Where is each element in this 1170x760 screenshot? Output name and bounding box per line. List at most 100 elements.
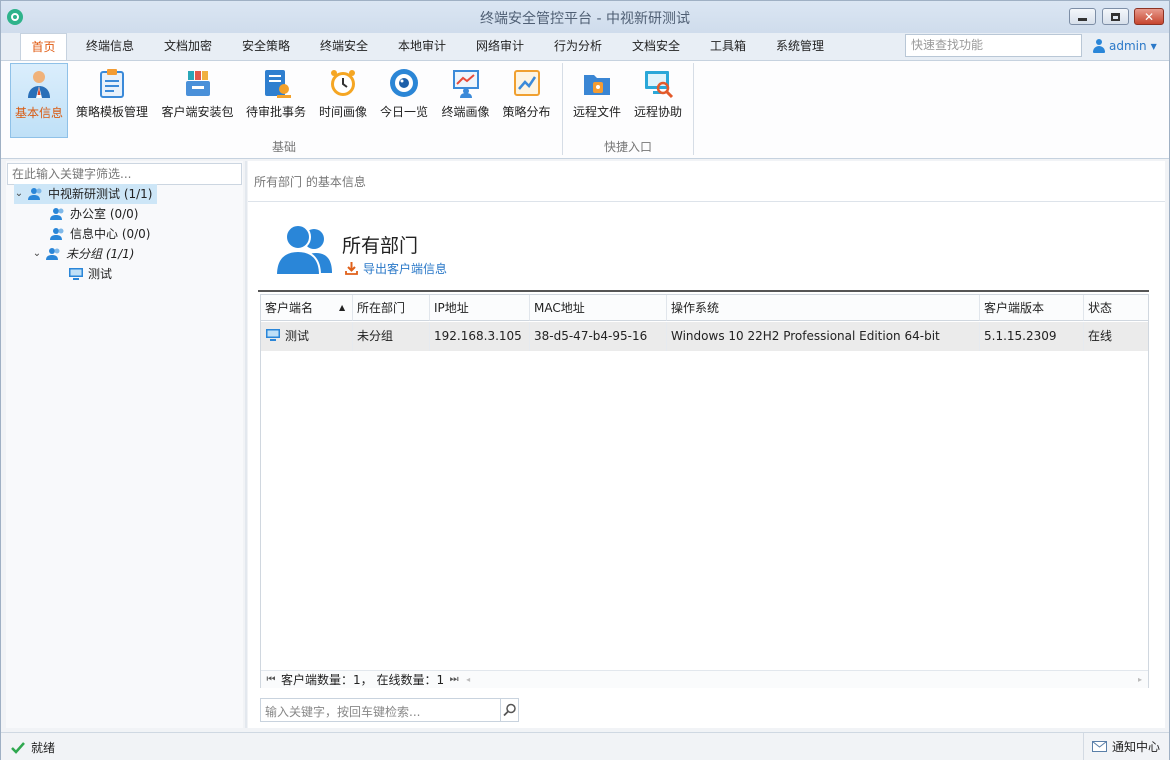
divider	[258, 290, 1149, 292]
tree-node-root[interactable]: ⌄ 中视新研测试 (1/1)	[14, 184, 157, 204]
user-icon	[1093, 39, 1105, 53]
column-header[interactable]: 操作系统	[667, 295, 980, 321]
ribbon-client-package[interactable]: 客户端安装包	[158, 63, 237, 138]
close-button[interactable]: ✕	[1134, 8, 1164, 25]
table-cell[interactable]: 未分组	[353, 322, 430, 351]
tab-system-admin[interactable]: 系统管理	[768, 33, 832, 60]
scroll-left-icon[interactable]: ◂	[466, 675, 470, 684]
tab-doc-encrypt[interactable]: 文档加密	[156, 33, 220, 60]
column-header[interactable]: MAC地址	[530, 295, 667, 321]
tab-behavior-analysis[interactable]: 行为分析	[546, 33, 610, 60]
department-tree-pane: 在此输入关键字筛选... ⌄ 中视新研测试 (1/1) 办公室 (0/0) 信息…	[6, 161, 243, 728]
pane-splitter[interactable]	[245, 161, 247, 728]
ribbon-toolbar: 基本信息 策略模板管理 客户端安装包 待审批事务 时间画像 今日一览 终端画像	[1, 60, 1169, 159]
ribbon-group-shortcut-label: 快捷入口	[603, 140, 652, 154]
chevron-down-icon[interactable]: ⌄	[32, 244, 42, 264]
minimize-button[interactable]	[1069, 8, 1096, 25]
chart-person-icon	[452, 70, 479, 98]
breadcrumb: 所有部门 的基本信息	[254, 175, 366, 189]
chevron-down-icon[interactable]: ⌄	[14, 184, 24, 204]
pager-text: 客户端数量：1， 在线数量：1	[281, 673, 445, 687]
column-header[interactable]: 所在部门	[353, 295, 430, 321]
sort-asc-icon: ▲	[339, 303, 346, 312]
ribbon-separator	[693, 63, 694, 155]
user-menu[interactable]: admin ▼	[1093, 37, 1157, 55]
table-cell[interactable]: 5.1.15.2309	[980, 322, 1084, 351]
window-title: 终端安全管控平台 - 中视新研测试	[480, 11, 690, 27]
search-icon	[503, 703, 516, 717]
group-icon	[46, 248, 60, 260]
scroll-right-icon[interactable]: ▸	[1138, 675, 1142, 684]
search-button[interactable]	[500, 699, 518, 721]
group-icon	[50, 228, 64, 240]
table-cell[interactable]: 测试	[261, 322, 353, 351]
status-cell[interactable]: 在线	[1084, 322, 1148, 351]
tree-node-computer-test[interactable]: 测试	[68, 264, 112, 284]
status-ready: 就绪	[11, 739, 55, 756]
ribbon-policy-distribution[interactable]: 策略分布	[499, 63, 554, 138]
user-name: admin	[1109, 39, 1147, 53]
title-bar: 终端安全管控平台 - 中视新研测试 ✕	[1, 1, 1169, 33]
alarm-clock-icon	[331, 70, 355, 96]
check-icon	[11, 741, 25, 754]
ribbon-terminal-profile[interactable]: 终端画像	[437, 63, 494, 138]
app-window: 终端安全管控平台 - 中视新研测试 ✕ 首页 终端信息 文档加密 安全策略 终端…	[0, 0, 1170, 760]
tree-node-ungrouped[interactable]: ⌄ 未分组 (1/1)	[32, 244, 135, 264]
tree-node-label: 办公室 (0/0)	[70, 207, 139, 221]
chevron-down-icon: ▼	[1150, 41, 1157, 51]
notification-center-button[interactable]: 通知中心	[1083, 733, 1169, 760]
tree-node-label: 中视新研测试 (1/1)	[48, 187, 153, 201]
download-icon	[345, 262, 358, 275]
tab-security-policy[interactable]: 安全策略	[234, 33, 298, 60]
table-cell[interactable]: 192.168.3.105	[430, 322, 530, 351]
folder-icon	[584, 75, 610, 95]
tree-node-office[interactable]: 办公室 (0/0)	[50, 204, 139, 224]
table-cell[interactable]: 38-d5-47-b4-95-16	[530, 322, 667, 351]
close-icon: ✕	[1143, 9, 1155, 24]
mail-icon	[1092, 741, 1107, 752]
line-chart-icon	[513, 70, 540, 96]
page-title: 所有部门	[342, 235, 419, 257]
eye-icon	[390, 69, 418, 97]
tab-terminal-security[interactable]: 终端安全	[312, 33, 376, 60]
tab-toolbox[interactable]: 工具箱	[702, 33, 754, 60]
monitor-search-icon	[645, 71, 674, 99]
maximize-button[interactable]	[1102, 8, 1129, 25]
tree-node-label: 测试	[88, 267, 113, 281]
tab-terminal-info[interactable]: 终端信息	[78, 33, 142, 60]
first-page-icon[interactable]: ⏮	[261, 674, 281, 685]
quick-search-input[interactable]: 快速查找功能	[905, 34, 1082, 57]
divider	[248, 201, 1165, 202]
export-label: 导出客户端信息	[363, 262, 448, 276]
ribbon-time-profile[interactable]: 时间画像	[315, 63, 371, 138]
ribbon-pending-approval[interactable]: 待审批事务	[243, 63, 309, 138]
approval-icon	[265, 70, 291, 98]
tree-node-info-center[interactable]: 信息中心 (0/0)	[50, 224, 151, 244]
ribbon-remote-assist[interactable]: 远程协助	[630, 63, 686, 138]
pager-bar: ⏮ 客户端数量：1， 在线数量：1 ⏭ ◂ ▸	[261, 670, 1148, 688]
table-cell[interactable]: Windows 10 22H2 Professional Edition 64-…	[667, 322, 980, 351]
status-bar: 就绪 通知中心	[1, 732, 1169, 760]
tree-filter-input[interactable]: 在此输入关键字筛选...	[7, 163, 242, 185]
column-header[interactable]: 客户端名 ▲	[261, 295, 353, 321]
menu-bar: 首页 终端信息 文档加密 安全策略 终端安全 本地审计 网络审计 行为分析 文档…	[1, 33, 1169, 60]
last-page-icon[interactable]: ⏭	[444, 674, 464, 685]
tab-network-audit[interactable]: 网络审计	[468, 33, 532, 60]
computer-icon	[266, 329, 280, 341]
department-icon	[276, 224, 332, 276]
column-header[interactable]: IP地址	[430, 295, 530, 321]
column-header[interactable]: 客户端版本	[980, 295, 1084, 321]
export-client-info-link[interactable]: 导出客户端信息	[345, 260, 447, 277]
ribbon-today-overview[interactable]: 今日一览	[377, 63, 431, 138]
tab-doc-security[interactable]: 文档安全	[624, 33, 688, 60]
tab-home[interactable]: 首页	[20, 33, 67, 60]
ribbon-basic-info[interactable]: 基本信息	[10, 63, 68, 138]
clipboard-icon	[100, 69, 124, 98]
keyword-search-input[interactable]: 输入关键字，按回车键检索...	[260, 698, 519, 722]
ribbon-policy-template[interactable]: 策略模板管理	[73, 63, 151, 138]
tab-local-audit[interactable]: 本地审计	[390, 33, 454, 60]
column-header[interactable]: 状态	[1084, 295, 1148, 321]
person-icon	[28, 71, 50, 98]
ribbon-remote-file[interactable]: 远程文件	[569, 63, 625, 138]
client-table: 客户端名 ▲ 所在部门 IP地址 MAC地址 操作系统 客户端版本 状态 测试 未…	[260, 294, 1149, 688]
